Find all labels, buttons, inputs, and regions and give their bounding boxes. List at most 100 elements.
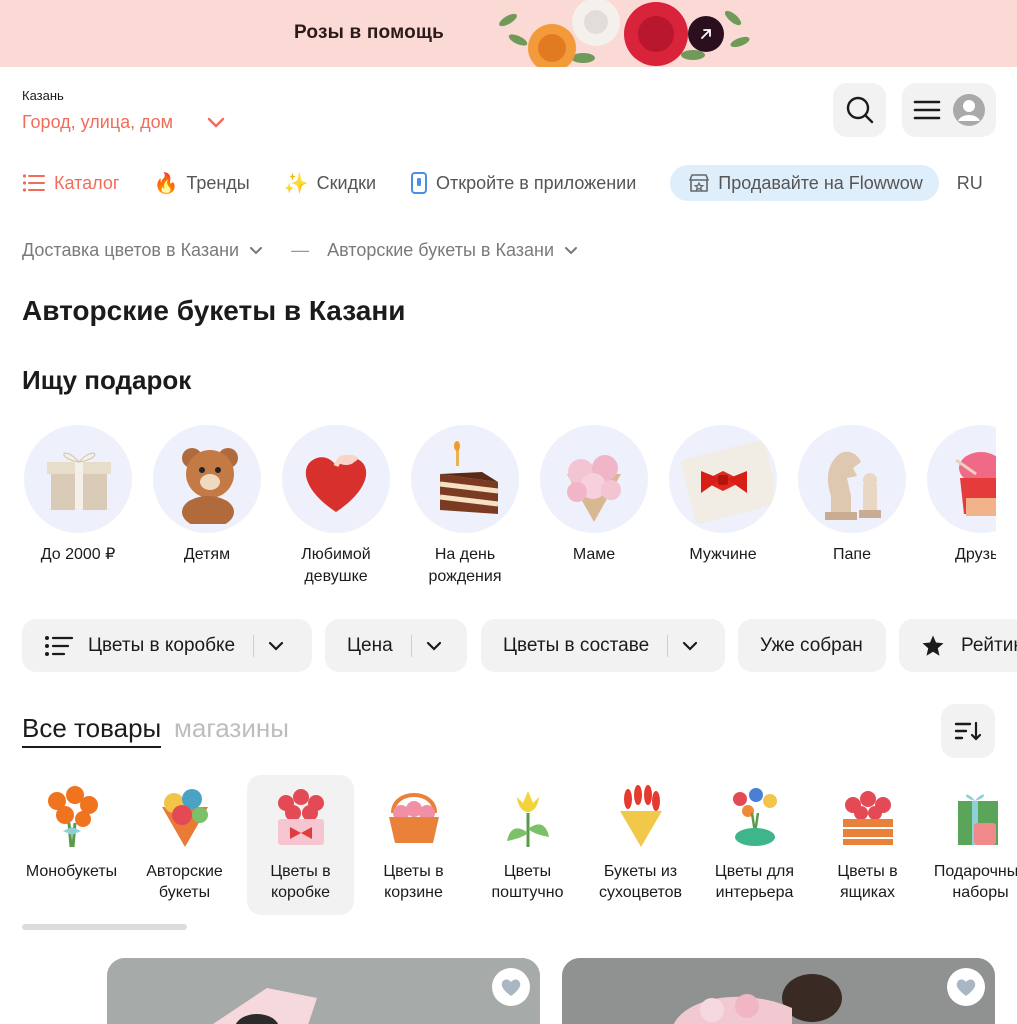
nav-discounts[interactable]: ✨ Скидки [284, 171, 376, 196]
category-label: Букеты из сухоцветов [598, 863, 683, 901]
gift-item[interactable]: На день рождения [411, 425, 519, 588]
gift-item-label: Детям [183, 546, 231, 563]
phone-icon [411, 172, 428, 194]
address-selector[interactable]: Город, улица, дом [22, 112, 225, 133]
filter-rating[interactable]: Рейтинг [899, 619, 1017, 672]
gift-box-icon [24, 425, 132, 533]
nav-sell-label: Продавайте на Flowwow [718, 172, 923, 193]
category-item[interactable]: Цветы в ящиках [814, 775, 921, 915]
list-icon [45, 635, 74, 656]
gift-item[interactable]: Мужчине [669, 425, 777, 566]
nav-catalog-label: Каталог [54, 172, 120, 193]
nav-language[interactable]: RU [957, 173, 983, 194]
page-title: Авторские букеты в Казани [22, 295, 406, 326]
category-item[interactable]: Цветы в корзине [360, 775, 467, 915]
breadcrumb-item[interactable]: Авторские букеты в Казани [327, 240, 554, 261]
sort-icon [954, 721, 982, 741]
product-card[interactable] [562, 958, 995, 1024]
category-item[interactable]: Монобукеты [18, 775, 125, 915]
chip-divider [667, 634, 669, 657]
category-label: Подарочные наборы [933, 863, 1017, 901]
tab-shops[interactable]: магазины [174, 713, 289, 744]
user-avatar-icon [953, 94, 985, 126]
gift-item-label: Папе [833, 546, 871, 563]
sparkles-icon: ✨ [283, 172, 309, 195]
filter-flowers-in-box[interactable]: Цветы в коробке [22, 619, 312, 672]
shop-icon [689, 174, 710, 192]
nav-language-label: RU [956, 172, 983, 193]
single-tulip-icon [493, 781, 563, 851]
heart-icon [956, 979, 976, 996]
filter-label: Цветы в коробке [88, 634, 236, 656]
favorite-button[interactable] [492, 968, 530, 1006]
gift-item-label: Друзья [955, 546, 996, 563]
chevron-down-icon [207, 117, 225, 128]
promo-banner[interactable]: Розы в помощь [0, 0, 1017, 67]
gift-item[interactable]: Маме [540, 425, 648, 566]
cake-icon [411, 425, 519, 533]
breadcrumb: Доставка цветов в Казани — Авторские бук… [22, 240, 578, 261]
nav-trends-label: Тренды [186, 172, 250, 193]
category-label: Цветы для интерьера [714, 863, 795, 901]
banner-arrow-icon[interactable] [688, 16, 724, 52]
product-photo [107, 958, 540, 1024]
gift-item[interactable]: Друзья [927, 425, 996, 566]
product-photo [562, 958, 995, 1024]
gift-item[interactable]: Любимой девушке [282, 425, 390, 588]
tab-all-products[interactable]: Все товары [22, 713, 162, 748]
dried-flowers-icon [606, 781, 676, 851]
sort-button[interactable] [941, 704, 995, 758]
filter-label: Цена [347, 634, 393, 656]
address-placeholder: Город, улица, дом [22, 112, 174, 132]
filter-label: Уже собран [760, 634, 863, 656]
menu-profile-button[interactable] [902, 83, 996, 137]
category-label: Цветы в ящиках [837, 863, 898, 901]
gift-item[interactable]: Детям [153, 425, 261, 566]
product-card[interactable] [107, 958, 540, 1024]
hamburger-icon [913, 100, 941, 120]
breadcrumb-separator: — [291, 240, 310, 260]
nav-sell-on-flowwow[interactable]: Продавайте на Flowwow [670, 165, 939, 201]
flower-basket-icon [379, 781, 449, 851]
category-scrollbar[interactable] [22, 924, 187, 930]
category-label: Авторские букеты [146, 863, 223, 901]
gift-item-label: Любимой девушке [301, 546, 371, 585]
city-label: Казань [22, 88, 64, 103]
nav-trends[interactable]: 🔥 Тренды [153, 171, 249, 196]
gift-item-label: До 2000 ₽ [40, 546, 116, 563]
teddy-bear-icon [153, 425, 261, 533]
category-item[interactable]: Подарочные наборы [927, 775, 1017, 915]
bow-tie-icon [669, 425, 777, 533]
category-item[interactable]: Букеты из сухоцветов [587, 775, 694, 915]
search-button[interactable] [833, 83, 886, 137]
peony-bouquet-icon [540, 425, 648, 533]
heart-box-icon [282, 425, 390, 533]
gift-carousel: До 2000 ₽ Детям Любимой девушке На день … [24, 425, 996, 595]
gift-item-label: На день рождения [428, 546, 502, 585]
chip-divider [253, 634, 255, 657]
category-item[interactable]: Цветы для интерьера [701, 775, 808, 915]
nav-open-app[interactable]: Откройте в приложении [410, 172, 636, 194]
filter-flowers-composition[interactable]: Цветы в составе [481, 619, 725, 672]
gift-item[interactable]: Папе [798, 425, 906, 566]
ice-cream-icon [927, 425, 996, 533]
filter-ready-made[interactable]: Уже собран [738, 619, 886, 672]
category-item[interactable]: Цветы поштучно [474, 775, 581, 915]
category-item[interactable]: Цветы в коробке [247, 775, 354, 915]
gift-item[interactable]: До 2000 ₽ [24, 425, 132, 566]
favorite-button[interactable] [947, 968, 985, 1006]
chevron-down-icon[interactable] [564, 246, 578, 256]
category-carousel: Монобукеты Авторские букеты Цветы в коро… [18, 775, 1017, 917]
filter-bar: Цветы в коробке Цена Цветы в составе Уже… [22, 619, 1017, 673]
chevron-down-icon[interactable] [249, 246, 263, 256]
filter-label: Цветы в составе [503, 634, 650, 656]
fire-icon: 🔥 [153, 172, 179, 195]
breadcrumb-item[interactable]: Доставка цветов в Казани [22, 240, 239, 261]
category-item[interactable]: Авторские букеты [131, 775, 238, 915]
nav-catalog[interactable]: Каталог [22, 173, 119, 194]
category-label: Цветы в корзине [383, 863, 444, 901]
star-icon [922, 635, 944, 656]
banner-title: Розы в помощь [294, 22, 445, 43]
author-bouquet-icon [150, 781, 220, 851]
filter-price[interactable]: Цена [325, 619, 467, 672]
